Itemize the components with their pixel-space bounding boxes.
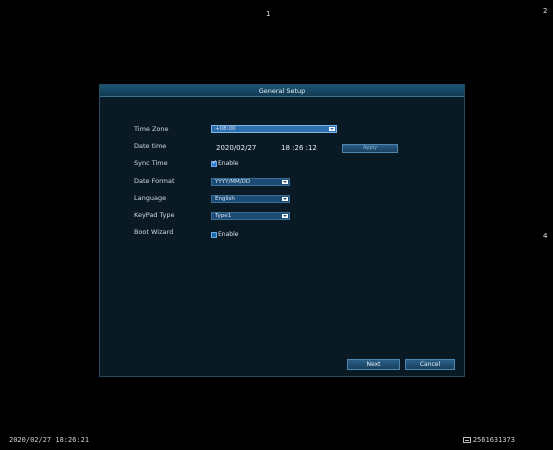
time-zone-label: Time Zone: [134, 125, 169, 133]
language-value: English: [215, 196, 235, 202]
date-time-label: Date time: [134, 142, 167, 150]
language-label: Language: [134, 194, 167, 202]
next-button[interactable]: Next: [347, 359, 400, 370]
channel-number-4: 4: [543, 232, 548, 240]
dialog-header: General Setup: [100, 85, 464, 97]
sync-time-label: Sync Time: [134, 159, 168, 167]
device-id-display: 2561631373: [462, 436, 515, 444]
sync-time-checkbox[interactable]: [211, 159, 217, 167]
general-setup-dialog: General Setup Time Zone +08:00 Date time…: [99, 84, 465, 377]
date-format-label: Date Format: [134, 177, 175, 185]
apply-button[interactable]: Apply: [342, 144, 398, 153]
date-format-select[interactable]: YYYY/MM/DD: [211, 178, 290, 186]
sync-time-enable-label: Enable: [218, 160, 239, 167]
channel-number-2: 2: [543, 7, 548, 15]
dialog-title: General Setup: [258, 87, 306, 95]
chevron-down-icon: [282, 197, 288, 201]
date-format-value: YYYY/MM/DD: [215, 179, 251, 185]
boot-wizard-enable-label: Enable: [218, 231, 239, 238]
chevron-down-icon: [329, 127, 335, 131]
device-id: 2561631373: [472, 436, 515, 444]
boot-wizard-checkbox[interactable]: [211, 232, 217, 238]
time-zone-value: +08:00: [215, 126, 236, 132]
date-value[interactable]: 2020/02/27: [216, 143, 256, 153]
cancel-button[interactable]: Cancel: [405, 359, 455, 370]
hdd-icon: [462, 437, 471, 443]
chevron-down-icon: [282, 214, 288, 218]
chevron-down-icon: [282, 180, 288, 184]
time-zone-select[interactable]: +08:00: [211, 125, 337, 133]
channel-number-1: 1: [266, 10, 271, 18]
system-datetime: 2020/02/27 18:26:21: [9, 436, 90, 444]
keypad-type-label: KeyPad Type: [134, 211, 175, 219]
time-value[interactable]: 18 :26 :12: [281, 143, 317, 153]
language-select[interactable]: English: [211, 195, 290, 203]
keypad-type-value: Type1: [215, 213, 232, 219]
boot-wizard-label: Boot Wizard: [134, 228, 174, 236]
keypad-type-select[interactable]: Type1: [211, 212, 290, 220]
